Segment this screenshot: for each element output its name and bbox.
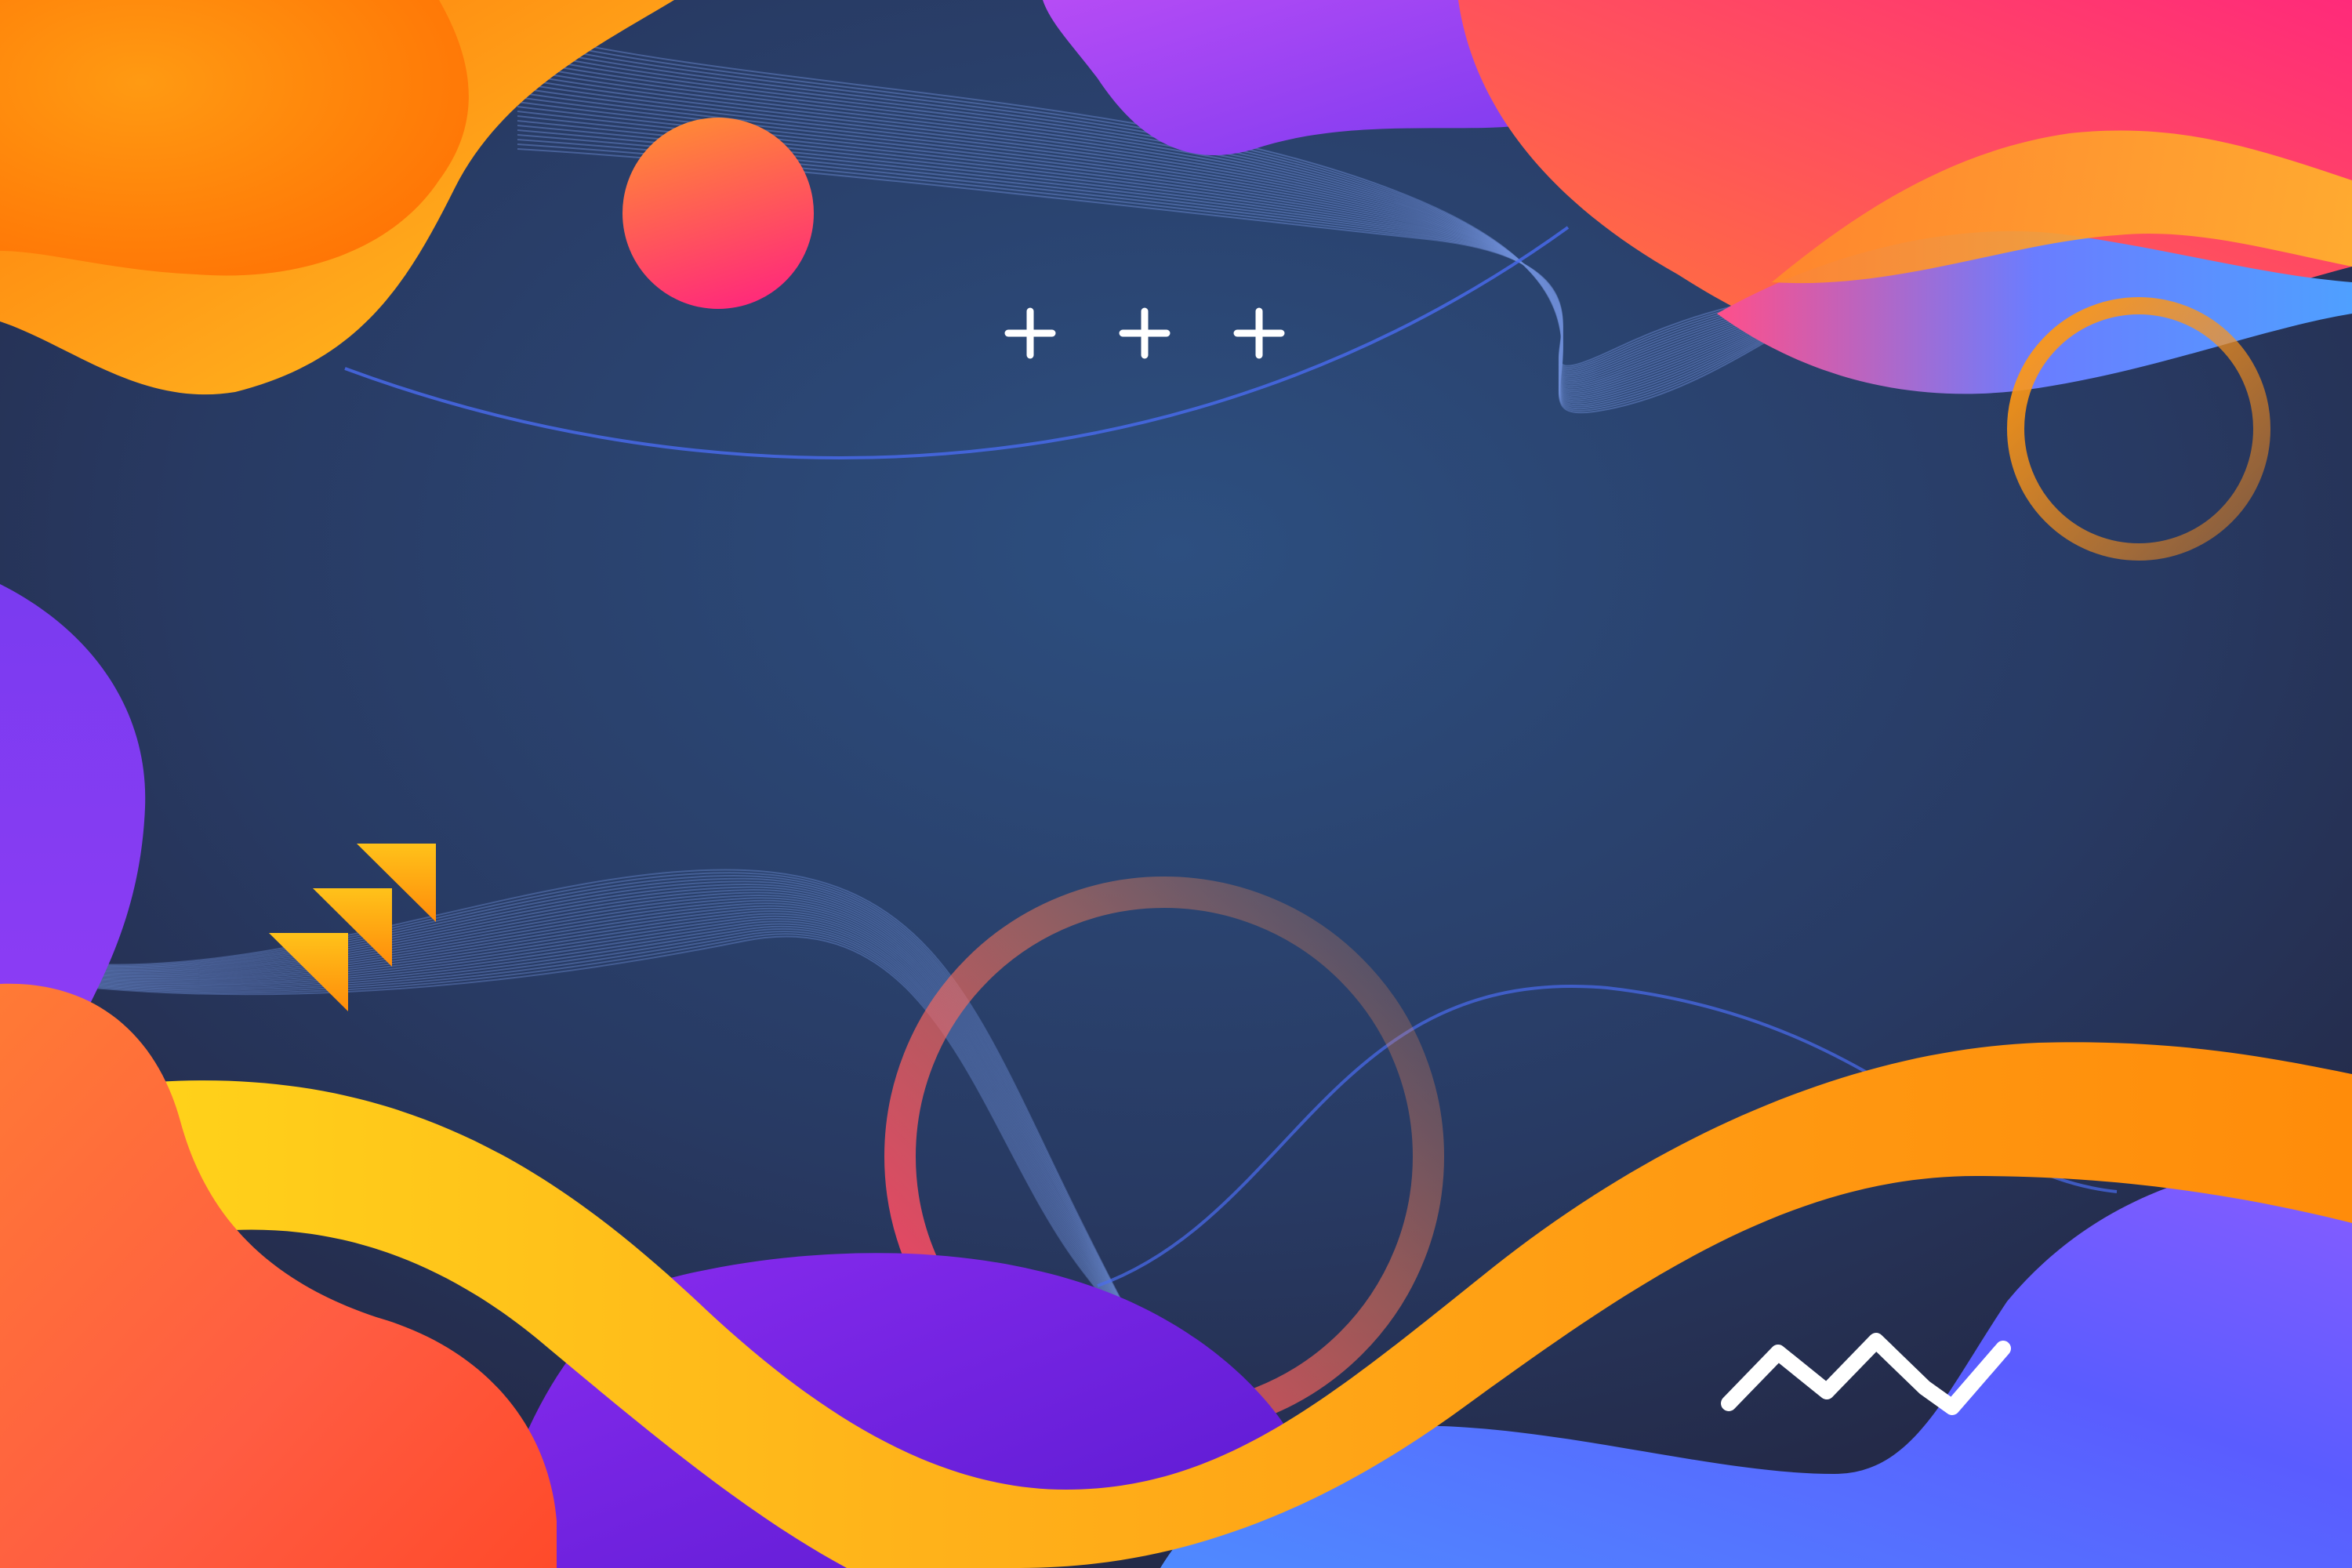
abstract-background	[0, 0, 2352, 1568]
gradient-circle	[622, 118, 814, 309]
background-artwork	[0, 0, 2352, 1568]
